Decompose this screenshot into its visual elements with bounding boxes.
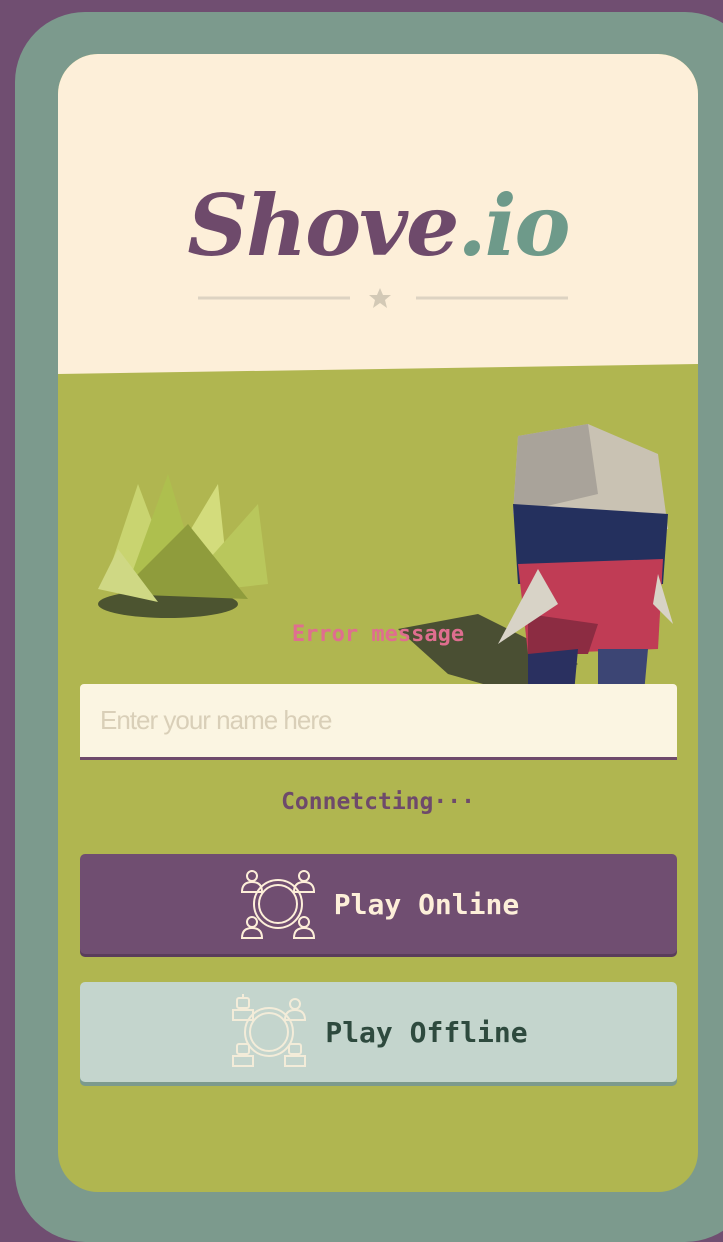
play-offline-label: Play Offline <box>325 1015 528 1049</box>
connection-status: Connetcting··· <box>281 789 475 815</box>
multiplayer-people-icon <box>240 870 315 939</box>
game-logo: Shove.io <box>58 184 698 268</box>
logo-suffix-text: .io <box>457 176 570 275</box>
game-scene <box>58 364 698 704</box>
play-online-button[interactable]: Play Online <box>80 854 677 954</box>
play-offline-button[interactable]: Play Offline <box>80 982 677 1082</box>
star-icon <box>369 288 391 308</box>
error-message: Error message <box>291 622 465 647</box>
play-online-label: Play Online <box>333 887 520 921</box>
logo-divider <box>198 288 568 308</box>
name-input[interactable] <box>80 684 677 760</box>
game-card: Shove.io Error message Connetcting··· Pl… <box>58 54 698 1192</box>
logo-main-text: Shove <box>187 176 459 275</box>
robot-players-icon <box>232 994 307 1067</box>
